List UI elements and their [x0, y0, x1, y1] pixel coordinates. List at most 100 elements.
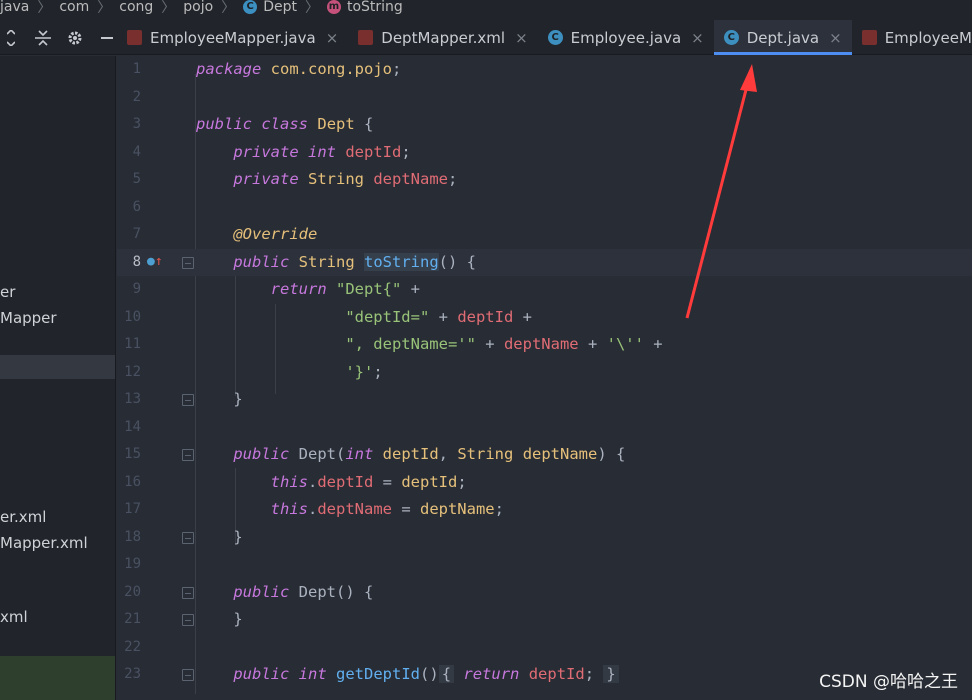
- tree-item-selected[interactable]: [0, 355, 115, 379]
- class-icon: C: [243, 0, 258, 14]
- code-text: @Override: [233, 225, 318, 243]
- code-text: public String toString() {: [233, 252, 476, 271]
- line-number: 6: [132, 198, 141, 215]
- breadcrumb-separator: 〉: [221, 0, 236, 16]
- fold-icon[interactable]: [182, 669, 194, 681]
- breadcrumb-com[interactable]: com: [59, 0, 89, 15]
- expand-all-icon[interactable]: [2, 28, 20, 48]
- code-line: 19: [117, 551, 972, 579]
- breadcrumb-dept[interactable]: C Dept: [243, 0, 297, 15]
- editor-tab-bar: EmployeeMapper.java × DeptMapper.xml × E…: [0, 20, 972, 55]
- tree-item-label: er: [0, 283, 16, 301]
- code-text: }: [196, 610, 243, 628]
- line-number: 3: [132, 116, 141, 132]
- tab-employeemapper-java[interactable]: EmployeeMapper.java ×: [117, 20, 348, 55]
- line-number: 11: [124, 336, 141, 352]
- fold-icon[interactable]: [182, 394, 194, 406]
- code-text: }: [196, 390, 243, 408]
- breadcrumb-separator: 〉: [304, 0, 319, 16]
- class-icon: [547, 30, 563, 45]
- breadcrumb-tostring[interactable]: m toString: [326, 0, 403, 15]
- code-line: 7 @Override: [117, 221, 972, 249]
- tab-employeemapper-xml[interactable]: EmployeeMapp: [852, 20, 972, 55]
- line-number: 19: [124, 556, 141, 572]
- fold-icon[interactable]: [182, 256, 194, 269]
- breadcrumb-cong[interactable]: cong: [119, 0, 153, 15]
- code-text: "deptId=" + deptId +: [345, 307, 532, 326]
- close-icon[interactable]: ×: [691, 29, 704, 47]
- fold-icon[interactable]: [182, 449, 194, 461]
- breadcrumb-java[interactable]: java: [0, 0, 29, 15]
- line-number: 9: [132, 281, 141, 297]
- line-number: 8: [132, 253, 141, 270]
- breadcrumb-label: com: [59, 0, 90, 15]
- code-line: 22: [117, 634, 972, 662]
- fold-icon[interactable]: [182, 586, 194, 599]
- minimize-icon[interactable]: [98, 28, 116, 48]
- code-line: 21 }: [117, 606, 972, 634]
- file-tabs: EmployeeMapper.java × DeptMapper.xml × E…: [117, 20, 972, 55]
- line-number: 5: [132, 171, 141, 187]
- breadcrumb-label: cong: [119, 0, 154, 15]
- code-line: 4 private int deptId;: [117, 139, 972, 167]
- watermark: CSDN @哈哈之王: [819, 672, 958, 692]
- close-icon[interactable]: ×: [829, 29, 842, 47]
- tab-label: Dept.java: [746, 28, 820, 47]
- line-number: 16: [124, 473, 141, 490]
- breadcrumb-separator: 〉: [97, 0, 112, 16]
- breadcrumb-pojo[interactable]: pojo: [183, 0, 213, 15]
- code-line: 10 "deptId=" + deptId +: [117, 304, 972, 332]
- tab-label: EmployeeMapper.java: [150, 28, 316, 47]
- code-text: ", deptName='" + deptName + '\'' +: [345, 335, 663, 353]
- line-number: 20: [124, 583, 141, 600]
- tree-item[interactable]: xml: [0, 605, 28, 629]
- code-line: 2: [117, 84, 972, 112]
- fold-icon[interactable]: [182, 531, 194, 544]
- project-toolbar: [0, 20, 116, 55]
- tree-item-label: xml: [0, 608, 28, 626]
- code-text: public Dept(int deptId, String deptName)…: [233, 445, 626, 463]
- code-line: 14: [117, 414, 972, 442]
- code-text: }: [196, 527, 243, 546]
- tab-dept-java[interactable]: Dept.java ×: [713, 20, 852, 55]
- project-tree: er Mapper er.xml Mapper.xml xml: [0, 56, 116, 700]
- line-number: 1: [132, 61, 141, 77]
- code-line: 17 this.deptName = deptName;: [117, 496, 972, 524]
- breadcrumb-label: toString: [346, 0, 403, 15]
- class-icon: [723, 30, 739, 45]
- tree-item[interactable]: Mapper.xml: [0, 531, 88, 555]
- code-text: public Dept() {: [233, 582, 374, 601]
- mybatis-bird-icon: [358, 30, 374, 45]
- close-icon[interactable]: ×: [326, 29, 339, 47]
- override-method-icon[interactable]: ●↑: [147, 254, 163, 269]
- code-editor[interactable]: 1 package com.cong.pojo; 2 3 public clas…: [117, 56, 972, 700]
- breadcrumb-separator: 〉: [37, 0, 52, 16]
- line-number: 17: [124, 501, 141, 517]
- line-number: 2: [132, 88, 141, 105]
- tree-item-label: Mapper: [0, 309, 57, 327]
- line-number: 7: [132, 226, 141, 242]
- tab-employee-java[interactable]: Employee.java ×: [538, 20, 714, 55]
- tree-item[interactable]: Mapper: [0, 306, 57, 330]
- line-number: 21: [124, 611, 141, 627]
- collapse-all-icon[interactable]: [34, 28, 52, 48]
- code-line: 5 private String deptName;: [117, 166, 972, 194]
- fold-icon[interactable]: [182, 614, 194, 626]
- code-line: 13 }: [117, 386, 972, 414]
- method-icon: m: [326, 0, 341, 14]
- gear-icon[interactable]: [66, 28, 84, 48]
- tab-deptmapper-xml[interactable]: DeptMapper.xml ×: [348, 20, 537, 55]
- close-icon[interactable]: ×: [515, 29, 528, 47]
- line-number: 10: [124, 308, 141, 325]
- code-line: 1 package com.cong.pojo;: [117, 56, 972, 84]
- line-number: 14: [124, 418, 141, 435]
- code-text: public class Dept {: [196, 115, 374, 133]
- line-number: 18: [124, 528, 141, 545]
- line-number: 23: [124, 666, 141, 682]
- code-text: this.deptName = deptName;: [270, 500, 504, 518]
- tree-item[interactable]: er: [0, 280, 15, 304]
- tree-item[interactable]: er.xml: [0, 505, 46, 529]
- line-number: 22: [124, 638, 141, 655]
- breadcrumb-separator: 〉: [161, 0, 176, 16]
- breadcrumb: java 〉 com 〉 cong 〉 pojo 〉 C Dept 〉 m toSt…: [0, 0, 972, 20]
